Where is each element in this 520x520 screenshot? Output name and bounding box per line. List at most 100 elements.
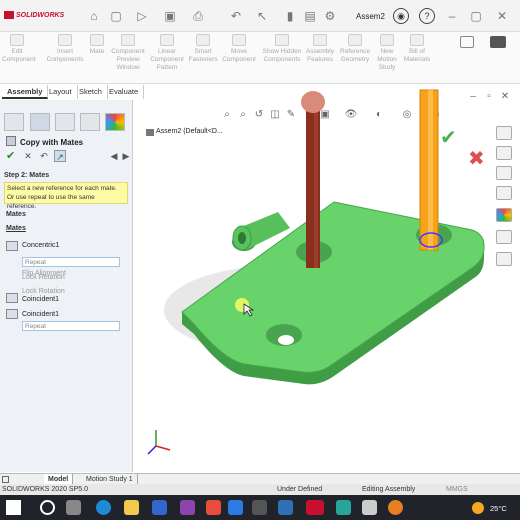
app-icon-7[interactable]	[336, 500, 351, 515]
new-file-icon[interactable]: ▢	[108, 8, 124, 24]
step-hint-message: Select a new reference for each mate. Or…	[4, 182, 128, 210]
viewport-close-icon[interactable]: ✕	[498, 90, 512, 104]
camera-icon[interactable]	[490, 36, 506, 48]
app-icon-2[interactable]	[180, 500, 195, 515]
previous-step-icon[interactable]: ◀	[108, 150, 120, 162]
assembly-model[interactable]	[134, 80, 494, 470]
solidworks-resources-icon[interactable]	[496, 126, 512, 140]
app-icon-9[interactable]	[388, 500, 403, 515]
next-button[interactable]: ↗	[54, 150, 66, 162]
lock-rotation-option-2[interactable]: Lock Rotation	[22, 288, 65, 295]
reference-geometry-icon	[348, 34, 362, 46]
title-bar: SOLIDWORKS ⌂ ▢ ▷ ▣ ⎙ ↶ ↖ ▮ ▤ ⚙ Assem2 ◉ …	[0, 0, 520, 32]
assembly-features-icon	[313, 34, 327, 46]
file-properties-icon[interactable]: ▤	[302, 8, 318, 24]
mates-subsection-title: Mates	[6, 225, 26, 232]
open-icon[interactable]: ▷	[134, 8, 150, 24]
coincident-mate-label: Coincident1	[22, 311, 59, 318]
close-icon[interactable]: ✕	[494, 8, 510, 24]
select-icon[interactable]: ↖	[254, 8, 270, 24]
triad-x-axis	[155, 445, 171, 451]
mates-section-title: Mates	[6, 211, 26, 218]
tab-sketch[interactable]: Sketch	[74, 85, 108, 99]
weather-icon[interactable]	[472, 502, 484, 514]
options-gear-icon[interactable]: ⚙	[322, 8, 338, 24]
app-icon-3[interactable]	[206, 500, 221, 515]
help-icon[interactable]: ?	[419, 8, 435, 24]
edit-component-button[interactable]: Edit Component	[2, 34, 36, 64]
ok-button[interactable]: ✔	[6, 150, 18, 162]
component-preview-button[interactable]: Component Preview Window	[110, 34, 146, 72]
coincident-reference-field[interactable]: Repeat	[22, 321, 120, 331]
show-hidden-button[interactable]: Show Hidden Components	[262, 34, 302, 64]
mate-icon	[90, 34, 104, 46]
assembly-features-button[interactable]: Assembly Features	[304, 34, 336, 64]
property-manager-tab-icon[interactable]	[30, 113, 50, 131]
concentric-reference-field[interactable]: Repeat	[22, 257, 120, 267]
step-title: Step 2: Mates	[4, 172, 50, 179]
search-icon[interactable]	[40, 500, 55, 515]
smart-fasteners-icon	[196, 34, 210, 46]
pin-brown-highlight	[314, 100, 318, 268]
through-hole	[278, 335, 294, 345]
config-manager-tab-icon[interactable]	[55, 113, 75, 131]
feature-manager-tab-icon[interactable]	[4, 113, 24, 131]
mate-button[interactable]: Mate	[86, 34, 108, 56]
dimxpert-tab-icon[interactable]	[80, 113, 100, 131]
cancel-button[interactable]: ✕	[22, 150, 34, 162]
undo-icon[interactable]: ↶	[228, 8, 244, 24]
concentric-mate-icon	[6, 241, 18, 251]
concentric-mate-label: Concentric1	[22, 242, 60, 249]
solidworks-taskbar-icon[interactable]	[306, 500, 324, 515]
home-icon[interactable]: ⌂	[86, 8, 102, 24]
version-text: SOLIDWORKS 2020 SP5.0	[2, 486, 88, 493]
bill-of-materials-button[interactable]: Bill of Materials	[402, 34, 432, 64]
document-title: Assem2	[356, 12, 385, 21]
linear-pattern-button[interactable]: Linear Component Pattern	[148, 34, 186, 72]
forum-icon[interactable]	[496, 252, 512, 266]
app-icon-6[interactable]	[278, 500, 293, 515]
smart-fasteners-button[interactable]: Smart Fasteners	[188, 34, 218, 64]
print-icon[interactable]: ⎙	[190, 8, 206, 24]
restore-icon[interactable]: ▢	[468, 8, 484, 24]
tab-assembly[interactable]: Assembly	[2, 85, 49, 99]
app-icon-4[interactable]	[228, 500, 243, 515]
edge-icon[interactable]	[96, 500, 111, 515]
move-component-icon	[232, 34, 246, 46]
preview-window-icon	[121, 34, 135, 46]
app-icon-1[interactable]	[152, 500, 167, 515]
app-icon-5[interactable]	[252, 500, 267, 515]
edit-component-icon	[10, 34, 24, 46]
back-button[interactable]: ↶	[38, 150, 50, 162]
coincident-mate-label-top: Coincident1	[22, 296, 59, 303]
view-palette-icon[interactable]	[496, 186, 512, 200]
tab-layout[interactable]: Layout	[44, 85, 78, 99]
rebuild-icon[interactable]: ▮	[282, 8, 298, 24]
custom-properties-icon[interactable]	[496, 230, 512, 244]
coincident-mate-icon-top	[6, 293, 18, 303]
save-icon[interactable]: ▣	[162, 8, 178, 24]
move-component-button[interactable]: Move Component	[220, 34, 258, 64]
explorer-icon[interactable]	[124, 500, 139, 515]
task-view-icon[interactable]	[66, 500, 81, 515]
new-motion-study-button[interactable]: New Motion Study	[374, 34, 400, 72]
windows-taskbar: 25°C	[0, 495, 520, 520]
app-icon-8[interactable]	[362, 500, 377, 515]
appearances-icon[interactable]	[496, 208, 512, 222]
tab-scroll-icon[interactable]	[2, 476, 9, 483]
temperature[interactable]: 25°C	[490, 504, 507, 513]
lock-rotation-option-1[interactable]: Lock Rotation	[22, 274, 65, 281]
start-icon[interactable]	[6, 500, 21, 515]
insert-components-button[interactable]: Insert Components	[44, 34, 86, 64]
file-explorer-icon[interactable]	[496, 166, 512, 180]
pin-brown-head	[301, 91, 325, 113]
user-icon[interactable]: ◉	[393, 8, 409, 24]
reference-geometry-button[interactable]: Reference Geometry	[338, 34, 372, 64]
instant3d-icon[interactable]	[460, 36, 474, 48]
next-step-icon[interactable]: ▶	[120, 150, 132, 162]
minimize-icon[interactable]: –	[444, 8, 460, 24]
design-library-icon[interactable]	[496, 146, 512, 160]
solidworks-logo[interactable]: SOLIDWORKS	[4, 11, 64, 19]
display-manager-tab-icon[interactable]	[105, 113, 125, 131]
units-selector[interactable]: MMGS	[446, 484, 468, 495]
